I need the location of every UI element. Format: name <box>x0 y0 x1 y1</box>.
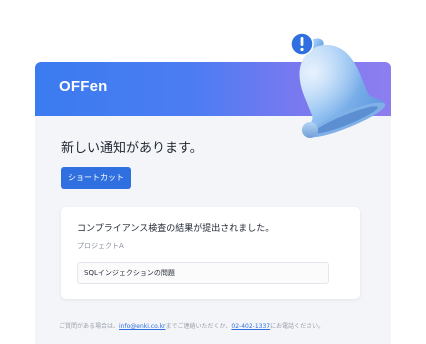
footer-prefix: ご質問がある場合は、 <box>59 323 120 330</box>
page: OFFen 新しい通知があります。 ショートカット コンプライアンス検査の結果が… <box>0 0 426 344</box>
bell-icon <box>290 32 386 138</box>
footer-middle: までご連絡いただくか、 <box>165 323 232 330</box>
project-name: プロジェクトA <box>77 242 124 250</box>
exclamation-icon <box>290 32 314 56</box>
footer-suffix: にお電話ください。 <box>270 323 325 330</box>
shortcut-button[interactable]: ショートカット <box>61 167 131 189</box>
footer-contact: ご質問がある場合は、info@enki.co.krまでご連絡いただくか、02-4… <box>59 322 324 331</box>
issue-field: SQLインジェクションの問題 <box>77 262 329 284</box>
support-email-link[interactable]: info@enki.co.kr <box>119 323 166 330</box>
notification-card: コンプライアンス検査の結果が提出されました。 プロジェクトA SQLインジェクシ… <box>61 207 360 299</box>
card-title: コンプライアンス検査の結果が提出されました。 <box>77 224 275 234</box>
brand-logo: OFFen <box>59 78 108 95</box>
page-title: 新しい通知があります。 <box>61 141 203 156</box>
support-phone-link[interactable]: 02-402-1337 <box>231 323 270 330</box>
clapper <box>302 122 318 138</box>
